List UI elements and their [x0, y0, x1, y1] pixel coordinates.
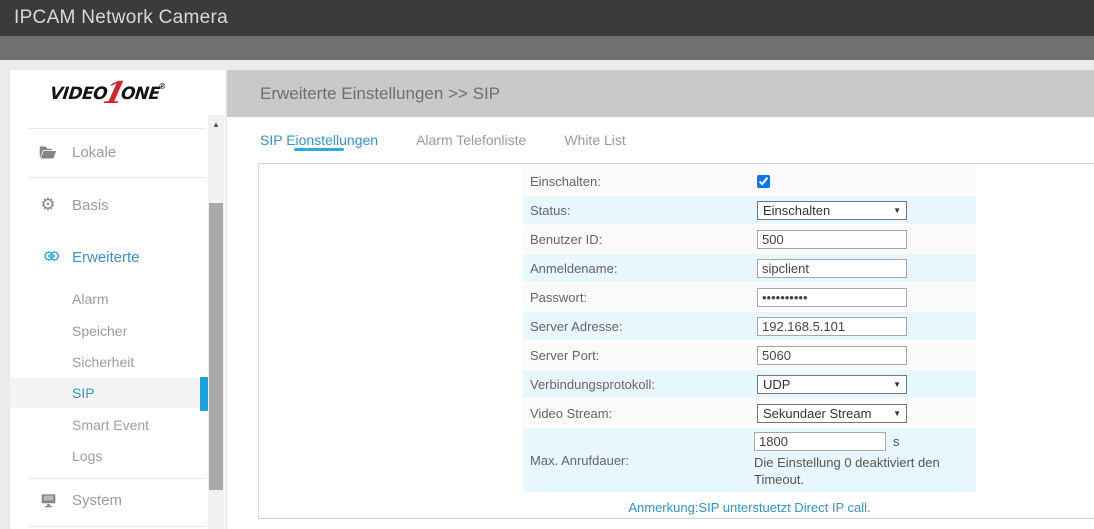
sidebar: VIDEO1ONE® Lokale ⚙ Basis ⚙⚙ Erweiterte … [10, 70, 225, 529]
server-adresse-input[interactable] [757, 317, 907, 336]
tab-alarm-telefonliste[interactable]: Alarm Telefonliste [416, 117, 526, 163]
field-label: Video Stream: [523, 399, 755, 427]
anmeldename-input[interactable] [757, 259, 907, 278]
sidebar-item-label: Smart Event [72, 415, 149, 435]
field-label: Server Adresse: [523, 312, 755, 340]
form-row-verbindungsprotokoll: Verbindungsprotokoll: UDP ▼ [523, 370, 976, 398]
page-title-bar: Erweiterte Einstellungen >> SIP [227, 70, 1094, 117]
logo-text-2: ONE [119, 84, 160, 104]
sidebar-divider [28, 526, 206, 527]
field-label: Server Port: [523, 341, 755, 369]
tab-bar: SIP Eionstellungen Alarm Telefonliste Wh… [260, 117, 664, 163]
select-value: Sekundaer Stream [763, 406, 871, 421]
form-row-video-stream: Video Stream: Sekundaer Stream ▼ [523, 399, 976, 427]
form-row-passwort: Passwort: [523, 283, 976, 311]
chevron-down-icon: ▼ [893, 206, 901, 215]
sidebar-item-label: Alarm [72, 289, 109, 309]
sidebar-item-speicher[interactable]: Speicher [10, 321, 208, 341]
form-row-server-adresse: Server Adresse: [523, 312, 976, 340]
tab-sip-einstellungen[interactable]: SIP Eionstellungen [260, 117, 378, 163]
sidebar-scrollbar[interactable]: ▲ [208, 115, 224, 529]
unit-label: s [893, 434, 900, 449]
gears-icon: ⚙⚙ [36, 248, 60, 266]
form-row-benutzer-id: Benutzer ID: [523, 225, 976, 253]
tab-label: SIP Eionstellungen [260, 132, 378, 148]
field-label: Einschalten: [523, 167, 755, 195]
field-label: Benutzer ID: [523, 225, 755, 253]
sidebar-item-logs[interactable]: Logs [10, 446, 208, 466]
form-row-status: Status: Einschalten ▼ [523, 196, 976, 224]
field-label: Verbindungsprotokoll: [523, 370, 755, 398]
app-title: IPCAM Network Camera [14, 0, 228, 36]
tab-white-list[interactable]: White List [564, 117, 625, 163]
gear-icon: ⚙ [36, 196, 60, 214]
sip-settings-form: Einschalten: Status: Einschalten ▼ Benut… [523, 167, 976, 515]
monitor-icon [36, 491, 60, 509]
sidebar-item-label: Basis [72, 195, 109, 215]
sidebar-item-system[interactable]: System [10, 490, 208, 510]
sidebar-item-basis[interactable]: ⚙ Basis [10, 195, 208, 215]
page-title: Erweiterte Einstellungen >> SIP [260, 70, 500, 117]
sidebar-item-label: Logs [72, 446, 102, 466]
field-label: Max. Anrufdauer: [523, 428, 752, 492]
form-row-max-anrufdauer: Max. Anrufdauer: s Die Einstellung 0 dea… [523, 428, 976, 492]
field-label: Anmeldename: [523, 254, 755, 282]
scrollbar-thumb[interactable] [209, 203, 223, 490]
sidebar-item-alarm[interactable]: Alarm [10, 289, 208, 309]
max-anrufdauer-input[interactable] [754, 432, 886, 451]
sidebar-divider [28, 128, 206, 129]
status-select[interactable]: Einschalten ▼ [757, 201, 907, 220]
form-note: Anmerkung:SIP unterstuetzt Direct IP cal… [523, 500, 976, 515]
sidebar-item-label: Lokale [72, 142, 116, 162]
field-help-text: Die Einstellung 0 deaktiviert den Timeou… [754, 454, 976, 488]
scroll-up-icon[interactable]: ▲ [208, 115, 224, 133]
sidebar-item-label: System [72, 490, 122, 510]
video-stream-select[interactable]: Sekundaer Stream ▼ [757, 404, 907, 423]
select-value: Einschalten [763, 203, 830, 218]
app-header: IPCAM Network Camera [0, 0, 1094, 36]
enable-checkbox[interactable] [757, 175, 770, 188]
sidebar-item-label: Sicherheit [72, 352, 134, 372]
form-row-server-port: Server Port: [523, 341, 976, 369]
chevron-down-icon: ▼ [893, 409, 901, 418]
sidebar-item-lokale[interactable]: Lokale [10, 142, 208, 162]
sidebar-item-label: Speicher [72, 321, 127, 341]
form-row-anmeldename: Anmeldename: [523, 254, 976, 282]
benutzer-id-input[interactable] [757, 230, 907, 249]
server-port-input[interactable] [757, 346, 907, 365]
passwort-input[interactable] [757, 288, 907, 307]
verbindungsprotokoll-select[interactable]: UDP ▼ [757, 375, 907, 394]
tab-label: Alarm Telefonliste [416, 132, 526, 148]
brand-logo: VIDEO1ONE® [50, 82, 165, 104]
tab-label: White List [564, 132, 625, 148]
sidebar-divider [28, 177, 206, 178]
sidebar-item-sicherheit[interactable]: Sicherheit [10, 352, 208, 372]
sidebar-item-label: Erweiterte [72, 247, 140, 267]
sidebar-item-smart-event[interactable]: Smart Event [10, 415, 208, 435]
folder-icon [36, 143, 60, 161]
field-label: Passwort: [523, 283, 755, 311]
sidebar-divider [28, 478, 206, 479]
sidebar-item-label: SIP [72, 383, 95, 403]
sidebar-item-erweiterte[interactable]: ⚙⚙ Erweiterte [10, 247, 208, 267]
chevron-down-icon: ▼ [893, 380, 901, 389]
field-label: Status: [523, 196, 755, 224]
form-row-einschalten: Einschalten: [523, 167, 976, 195]
sidebar-item-sip[interactable]: SIP [10, 383, 208, 403]
main-content: SIP Eionstellungen Alarm Telefonliste Wh… [227, 117, 1094, 529]
logo-text-1: VIDEO [49, 84, 108, 104]
select-value: UDP [763, 377, 790, 392]
active-tab-underline [294, 148, 344, 151]
header-sub-strip [0, 36, 1094, 60]
